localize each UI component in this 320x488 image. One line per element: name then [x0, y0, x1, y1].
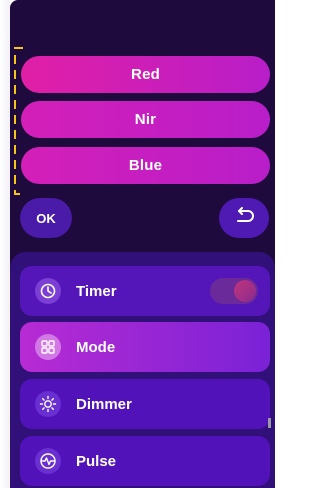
undo-arrow-icon — [233, 206, 255, 230]
timer-toggle[interactable] — [210, 278, 258, 304]
red-light-button[interactable]: Red — [21, 56, 270, 93]
sun-icon — [35, 391, 61, 417]
dimmer-label: Dimmer — [76, 395, 132, 413]
timer-item[interactable]: Timer — [20, 266, 270, 316]
mode-label: Mode — [76, 338, 116, 356]
nir-light-button[interactable]: Nir — [21, 101, 270, 138]
dimmer-item[interactable]: Dimmer — [20, 379, 270, 429]
back-button[interactable] — [219, 198, 269, 238]
left-edge — [0, 0, 10, 488]
pulse-item[interactable]: Pulse — [20, 436, 270, 486]
grid-icon — [35, 334, 61, 360]
mode-item[interactable]: Mode — [20, 322, 270, 372]
toggle-knob — [234, 280, 256, 302]
pulse-label: Pulse — [76, 452, 117, 470]
ok-button[interactable]: OK — [20, 198, 72, 238]
scroll-indicator[interactable] — [268, 418, 271, 428]
clock-icon — [35, 278, 61, 304]
blue-light-button[interactable]: Blue — [21, 147, 270, 184]
timer-label: Timer — [76, 282, 117, 300]
pulse-icon — [35, 448, 61, 474]
